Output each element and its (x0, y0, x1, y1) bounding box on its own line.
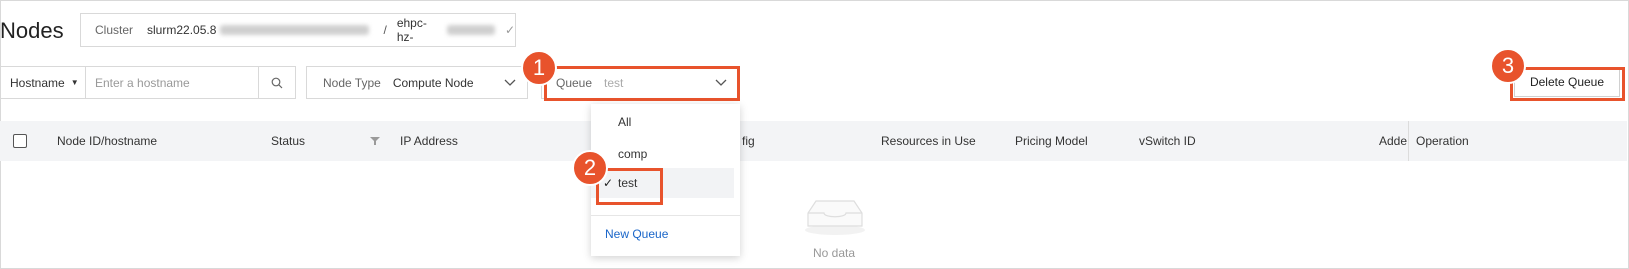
chevron-down-icon (504, 79, 516, 86)
column-pricing-model[interactable]: Pricing Model (1015, 121, 1088, 161)
option-label: comp (618, 147, 648, 161)
column-operation: Operation (1416, 134, 1469, 148)
filter-icon (370, 137, 380, 145)
check-icon: ✓ (504, 23, 515, 37)
column-ip-address[interactable]: IP Address (400, 121, 458, 161)
empty-inbox-icon (800, 193, 870, 240)
search-button[interactable] (258, 67, 295, 98)
highlight-delete-queue (1510, 67, 1625, 101)
column-resources-in-use[interactable]: Resources in Use (881, 121, 976, 161)
column-vswitch-id[interactable]: vSwitch ID (1139, 121, 1196, 161)
callout-badge-3: 3 (1490, 48, 1526, 84)
column-status[interactable]: Status (271, 121, 305, 161)
new-queue-link[interactable]: New Queue (605, 227, 668, 241)
callout-badge-2: 2 (572, 150, 608, 186)
node-type-value: Compute Node (392, 75, 474, 90)
search-icon (271, 77, 283, 88)
caret-down-icon: ▼ (70, 78, 79, 87)
empty-state-text: No data (813, 246, 856, 260)
cluster-selector[interactable]: Cluster slurm22.05.8 / ehpc-hz- ✓ (80, 13, 516, 47)
hostname-input[interactable] (86, 67, 258, 98)
cluster-name: slurm22.05.8 (147, 23, 217, 37)
redacted-cluster-id (220, 25, 370, 35)
option-label: All (618, 115, 632, 129)
page-title: Nodes (0, 18, 64, 43)
hostname-filter: Hostname ▼ (0, 66, 296, 99)
redacted-region-id (447, 25, 495, 35)
column-node-id[interactable]: Node ID/hostname (57, 121, 157, 161)
status-filter-button[interactable] (370, 121, 380, 161)
node-type-label: Node Type (323, 75, 381, 90)
queue-option-all[interactable]: All (591, 107, 740, 137)
column-added[interactable]: Adde (1379, 121, 1407, 161)
separator-slash: / (383, 23, 387, 37)
table-header: Node ID/hostname Status IP Address fig R… (0, 121, 1627, 161)
callout-badge-1: 1 (521, 50, 557, 86)
dropdown-divider (591, 215, 740, 216)
column-divider (1408, 121, 1409, 161)
highlight-queue-select (544, 66, 740, 101)
hostname-type-label: Hostname (10, 75, 65, 90)
cluster-label: Cluster (95, 23, 134, 37)
queue-option-comp[interactable]: comp (591, 139, 740, 169)
select-all-checkbox[interactable] (13, 134, 27, 148)
cluster-region: ehpc-hz- (396, 16, 427, 44)
node-type-select[interactable]: Node Type Compute Node (306, 66, 528, 99)
hostname-type-select[interactable]: Hostname ▼ (1, 67, 86, 98)
column-config[interactable]: fig (742, 121, 755, 161)
